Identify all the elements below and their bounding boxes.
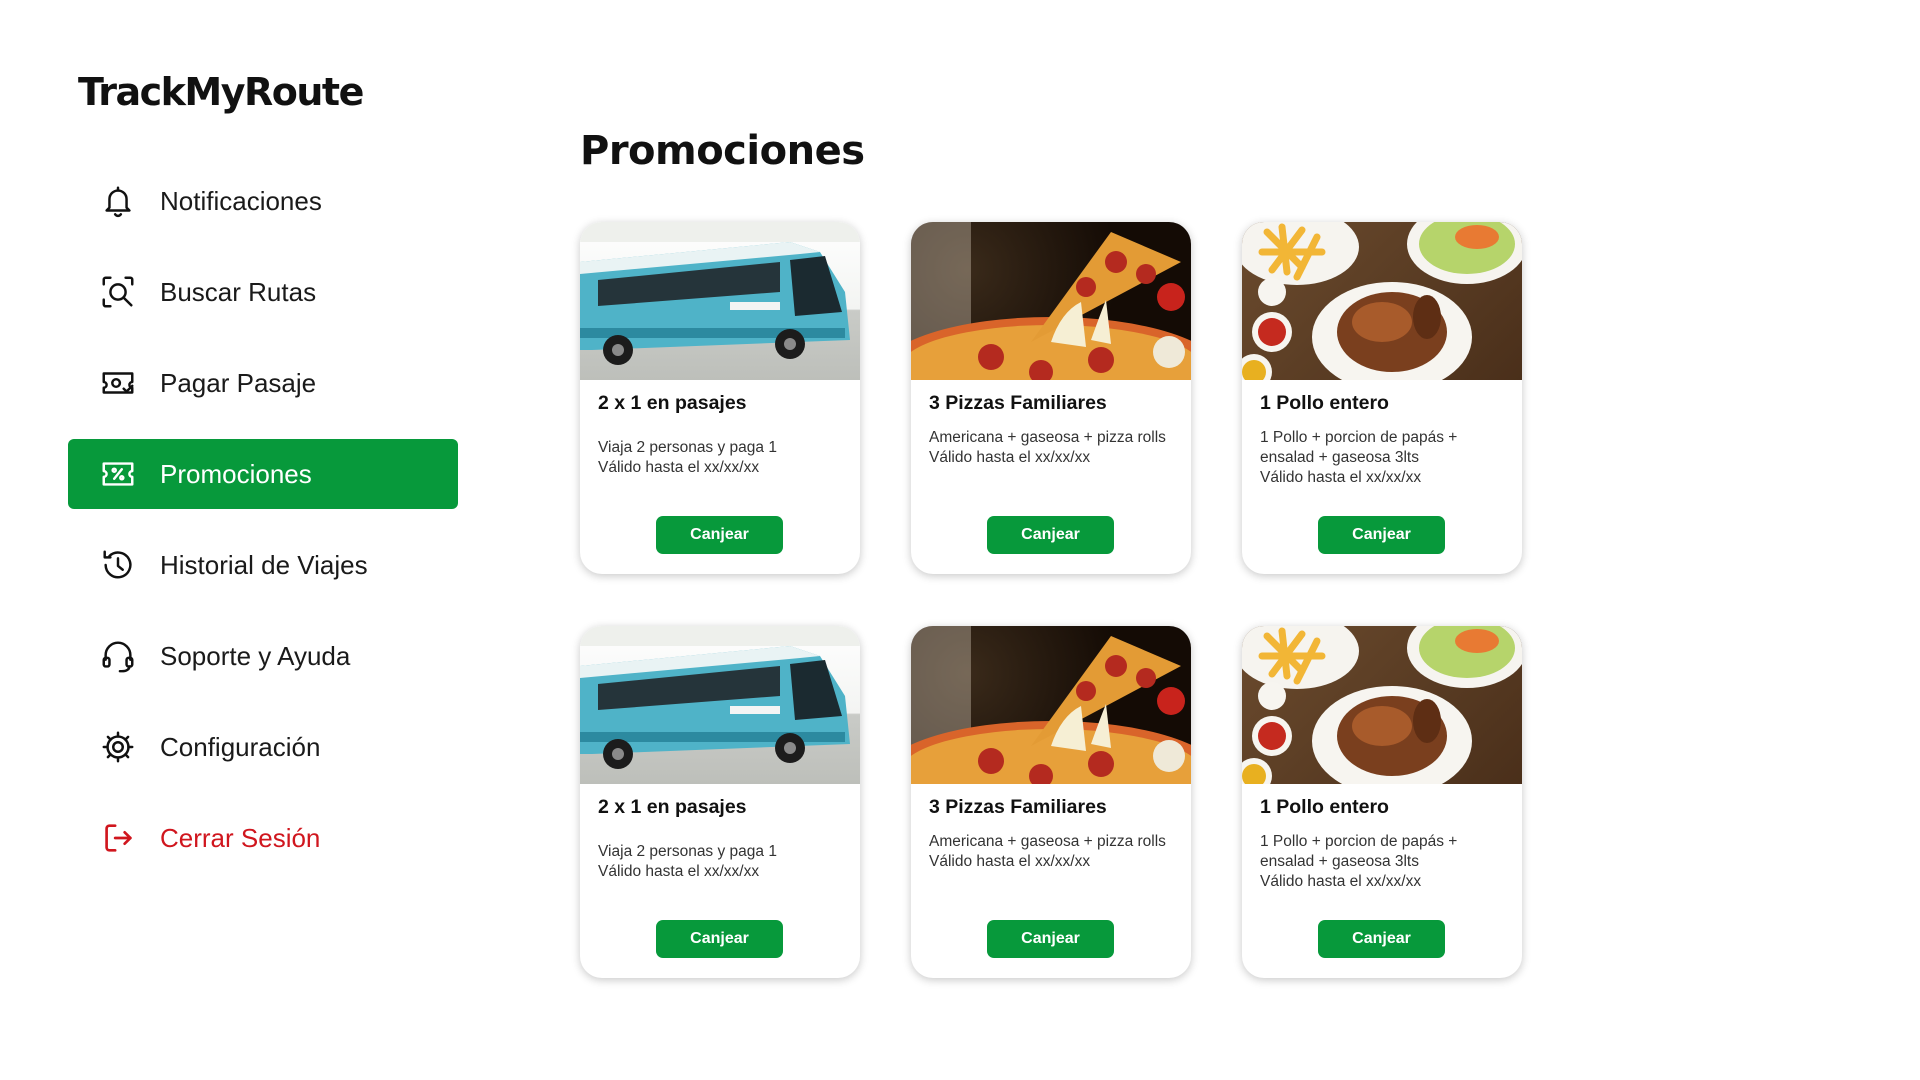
promo-card: 2 x 1 en pasajes Viaja 2 personas y paga… <box>580 626 860 978</box>
promo-validity: Válido hasta el xx/xx/xx <box>598 459 760 476</box>
chicken-photo <box>1242 222 1522 380</box>
bus-photo <box>580 626 860 784</box>
sidebar-item-promociones[interactable]: Promociones <box>68 439 458 509</box>
promo-title: 3 Pizzas Familiares <box>929 796 1107 818</box>
sidebar-item-label: Cerrar Sesión <box>160 822 321 853</box>
pizza-photo <box>911 626 1191 784</box>
promo-description-line: Americana + gaseosa + pizza rolls <box>929 429 1166 446</box>
sidebar-item-label: Historial de Viajes <box>160 549 368 580</box>
headset-icon <box>98 636 138 676</box>
promo-title: 3 Pizzas Familiares <box>929 392 1107 414</box>
chicken-photo <box>1242 626 1522 784</box>
promo-description-line: Viaja 2 personas y paga 1 <box>598 843 777 860</box>
promo-description-line: Americana + gaseosa + pizza rolls <box>929 833 1166 850</box>
sidebar-item-soporte[interactable]: Soporte y Ayuda <box>68 621 458 691</box>
sidebar-item-pagar-pasaje[interactable]: Pagar Pasaje <box>68 348 458 418</box>
page-title: Promociones <box>580 128 865 174</box>
promo-card: 2 x 1 en pasajes Viaja 2 personas y paga… <box>580 222 860 574</box>
sidebar-item-historial[interactable]: Historial de Viajes <box>68 530 458 600</box>
promo-validity: Válido hasta el xx/xx/xx <box>929 853 1091 870</box>
redeem-button[interactable]: Canjear <box>656 920 783 958</box>
sidebar-item-label: Notificaciones <box>160 185 322 216</box>
gear-icon <box>98 727 138 767</box>
redeem-button[interactable]: Canjear <box>656 516 783 554</box>
logout-icon <box>98 818 138 858</box>
promo-title: 1 Pollo entero <box>1260 796 1389 818</box>
sidebar-item-label: Soporte y Ayuda <box>160 640 351 671</box>
history-icon <box>98 545 138 585</box>
sidebar: Notificaciones Buscar Rutas Pagar Pasaje… <box>68 166 458 894</box>
promo-description: Viaja 2 personas y paga 1 Válido hasta e… <box>598 438 848 478</box>
promo-card: 3 Pizzas Familiares Americana + gaseosa … <box>911 626 1191 978</box>
sidebar-item-label: Buscar Rutas <box>160 276 317 307</box>
promo-card: 1 Pollo entero 1 Pollo + porcion de papá… <box>1242 222 1522 574</box>
sidebar-item-cerrar-sesion[interactable]: Cerrar Sesión <box>68 803 458 873</box>
promo-description: 1 Pollo + porcion de papás + ensalad + g… <box>1260 428 1510 488</box>
promo-validity: Válido hasta el xx/xx/xx <box>929 449 1091 466</box>
promo-description: Viaja 2 personas y paga 1 Válido hasta e… <box>598 842 848 882</box>
promo-description-line: Viaja 2 personas y paga 1 <box>598 439 777 456</box>
search-route-icon <box>98 272 138 312</box>
bell-icon <box>98 181 138 221</box>
promo-validity: Válido hasta el xx/xx/xx <box>1260 873 1422 890</box>
promo-description: Americana + gaseosa + pizza rolls Válido… <box>929 428 1179 468</box>
sidebar-item-notificaciones[interactable]: Notificaciones <box>68 166 458 236</box>
sidebar-item-label: Pagar Pasaje <box>160 367 317 398</box>
promo-description: 1 Pollo + porcion de papás + ensalad + g… <box>1260 832 1510 892</box>
promo-title: 2 x 1 en pasajes <box>598 392 747 414</box>
coupon-icon <box>98 454 138 494</box>
app-logo: TrackMyRoute <box>78 70 364 114</box>
promo-title: 1 Pollo entero <box>1260 392 1389 414</box>
promo-validity: Válido hasta el xx/xx/xx <box>1260 469 1422 486</box>
redeem-button[interactable]: Canjear <box>1318 920 1445 958</box>
promo-description-line: 1 Pollo + porcion de papás + ensalad + g… <box>1260 429 1458 466</box>
ticket-pay-icon <box>98 363 138 403</box>
bus-photo <box>580 222 860 380</box>
pizza-photo <box>911 222 1191 380</box>
sidebar-item-configuracion[interactable]: Configuración <box>68 712 458 782</box>
sidebar-item-buscar-rutas[interactable]: Buscar Rutas <box>68 257 458 327</box>
redeem-button[interactable]: Canjear <box>987 920 1114 958</box>
promo-title: 2 x 1 en pasajes <box>598 796 747 818</box>
promo-card: 3 Pizzas Familiares Americana + gaseosa … <box>911 222 1191 574</box>
promo-description-line: 1 Pollo + porcion de papás + ensalad + g… <box>1260 833 1458 870</box>
promotions-grid: 2 x 1 en pasajes Viaja 2 personas y paga… <box>580 222 1522 978</box>
promo-card: 1 Pollo entero 1 Pollo + porcion de papá… <box>1242 626 1522 978</box>
sidebar-item-label: Configuración <box>160 731 321 762</box>
redeem-button[interactable]: Canjear <box>1318 516 1445 554</box>
promo-description: Americana + gaseosa + pizza rolls Válido… <box>929 832 1179 872</box>
promo-validity: Válido hasta el xx/xx/xx <box>598 863 760 880</box>
sidebar-item-label: Promociones <box>160 458 312 489</box>
redeem-button[interactable]: Canjear <box>987 516 1114 554</box>
